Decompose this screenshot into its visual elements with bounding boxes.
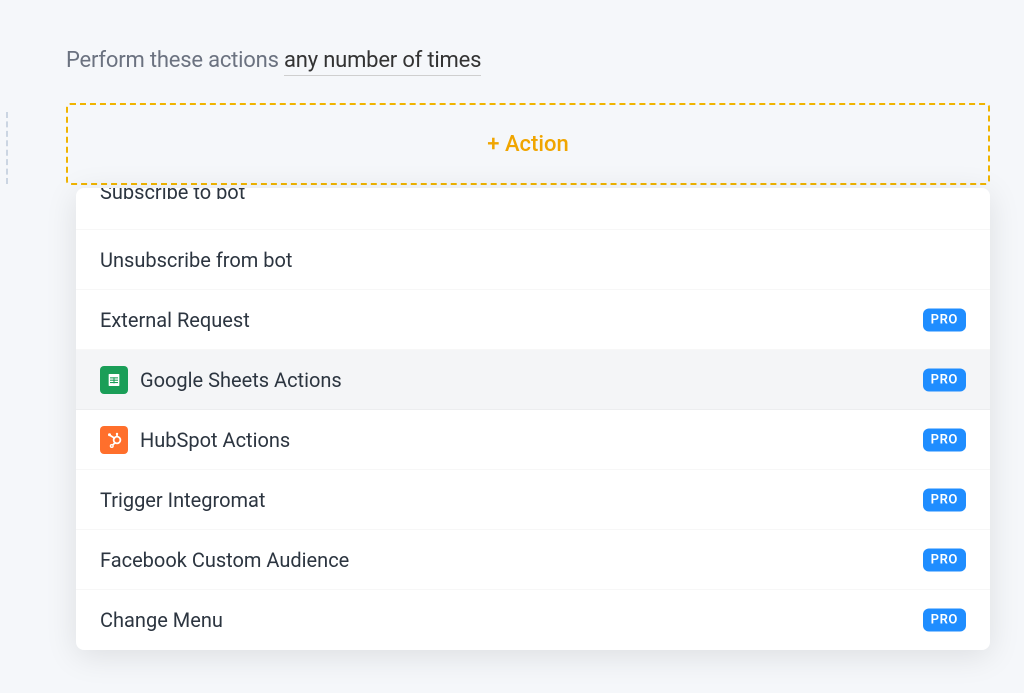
pro-badge: PRO [923,368,966,391]
header-prefix: Perform these actions [66,48,284,73]
dropdown-item-google-sheets-actions[interactable]: Google Sheets Actions PRO [76,350,990,410]
dropdown-item-hubspot-actions[interactable]: HubSpot Actions PRO [76,410,990,470]
hubspot-icon [100,426,128,454]
dropdown-item-facebook-custom-audience[interactable]: Facebook Custom Audience PRO [76,530,990,590]
add-action-label: + Action [487,132,568,157]
dropdown-item-label: Facebook Custom Audience [100,548,349,572]
connector-line [6,112,8,184]
dropdown-item-subscribe-to-bot[interactable]: Subscribe to bot [76,188,990,230]
dropdown-item-label: External Request [100,308,250,332]
pro-badge: PRO [923,609,966,632]
dropdown-item-label: Change Menu [100,608,223,632]
header-text: Perform these actions any number of time… [66,48,1000,73]
dropdown-item-external-request[interactable]: External Request PRO [76,290,990,350]
action-dropdown: Subscribe to bot Unsubscribe from bot Ex… [76,188,990,650]
frequency-link[interactable]: any number of times [284,48,481,76]
add-action-button[interactable]: + Action [66,103,990,185]
dropdown-item-label: Subscribe to bot [100,188,245,204]
pro-badge: PRO [923,548,966,571]
dropdown-item-label: Google Sheets Actions [140,368,342,392]
dropdown-item-trigger-integromat[interactable]: Trigger Integromat PRO [76,470,990,530]
pro-badge: PRO [923,308,966,331]
dropdown-item-label: Unsubscribe from bot [100,248,292,272]
google-sheets-icon [100,366,128,394]
pro-badge: PRO [923,488,966,511]
dropdown-item-change-menu[interactable]: Change Menu PRO [76,590,990,650]
dropdown-item-unsubscribe-from-bot[interactable]: Unsubscribe from bot [76,230,990,290]
dropdown-item-label: Trigger Integromat [100,488,265,512]
pro-badge: PRO [923,428,966,451]
dropdown-item-label: HubSpot Actions [140,428,290,452]
